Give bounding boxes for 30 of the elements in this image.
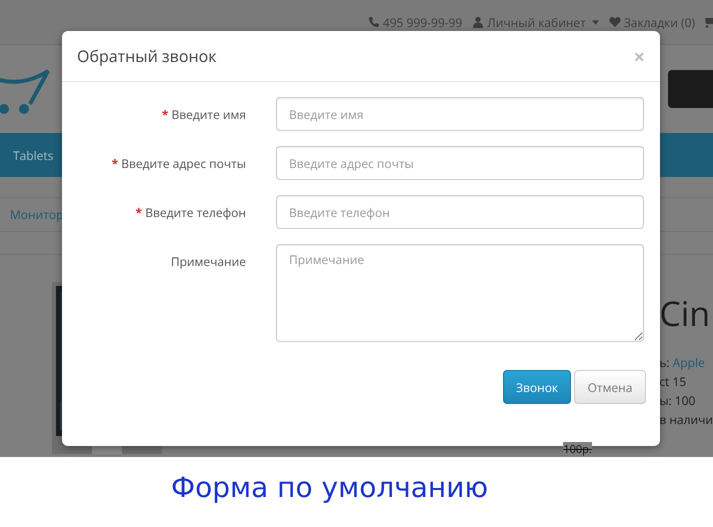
field-label: * Введите телефон	[134, 203, 246, 221]
dialog-title: Обратный звонок	[77, 45, 216, 67]
product-title: Cin	[658, 291, 712, 338]
phone-link[interactable]: 495 999-99-99	[368, 14, 462, 30]
menu-item[interactable]: Tablets	[13, 146, 54, 164]
caption: Форма по умолчанию	[170, 470, 490, 504]
brand-link[interactable]: Apple	[672, 354, 705, 371]
field-label: * Введите адрес почты	[110, 154, 246, 172]
category-link[interactable]: Монитор	[10, 206, 64, 223]
input-field[interactable]: Введите телефон	[276, 195, 644, 229]
call-button[interactable]: Звонок	[503, 370, 571, 404]
product-detail: в наличи	[659, 411, 713, 428]
caret-icon	[592, 20, 599, 24]
close-button[interactable]: ×	[634, 42, 645, 70]
cancel-button[interactable]: Отмена	[574, 370, 646, 404]
cart-icon[interactable]	[705, 16, 713, 28]
wishlist-link[interactable]: Закладки (0)	[608, 14, 695, 30]
detail-label: ь:	[659, 354, 671, 371]
note-field[interactable]: Примечание	[276, 244, 644, 342]
old-price: 100р.	[563, 442, 592, 457]
account-dropdown[interactable]: Личный кабинет	[472, 14, 599, 30]
product-detail: ct 15	[659, 373, 686, 390]
user-icon	[472, 16, 484, 28]
product-detail: ы: 100	[659, 392, 696, 409]
field-label: Примечание	[170, 252, 246, 270]
field-label: * Введите имя	[160, 105, 246, 123]
phone-icon	[368, 16, 380, 28]
heart-icon	[608, 16, 621, 28]
input-field[interactable]: Введите имя	[276, 97, 644, 131]
input-field[interactable]: Введите адрес почты	[276, 146, 644, 180]
